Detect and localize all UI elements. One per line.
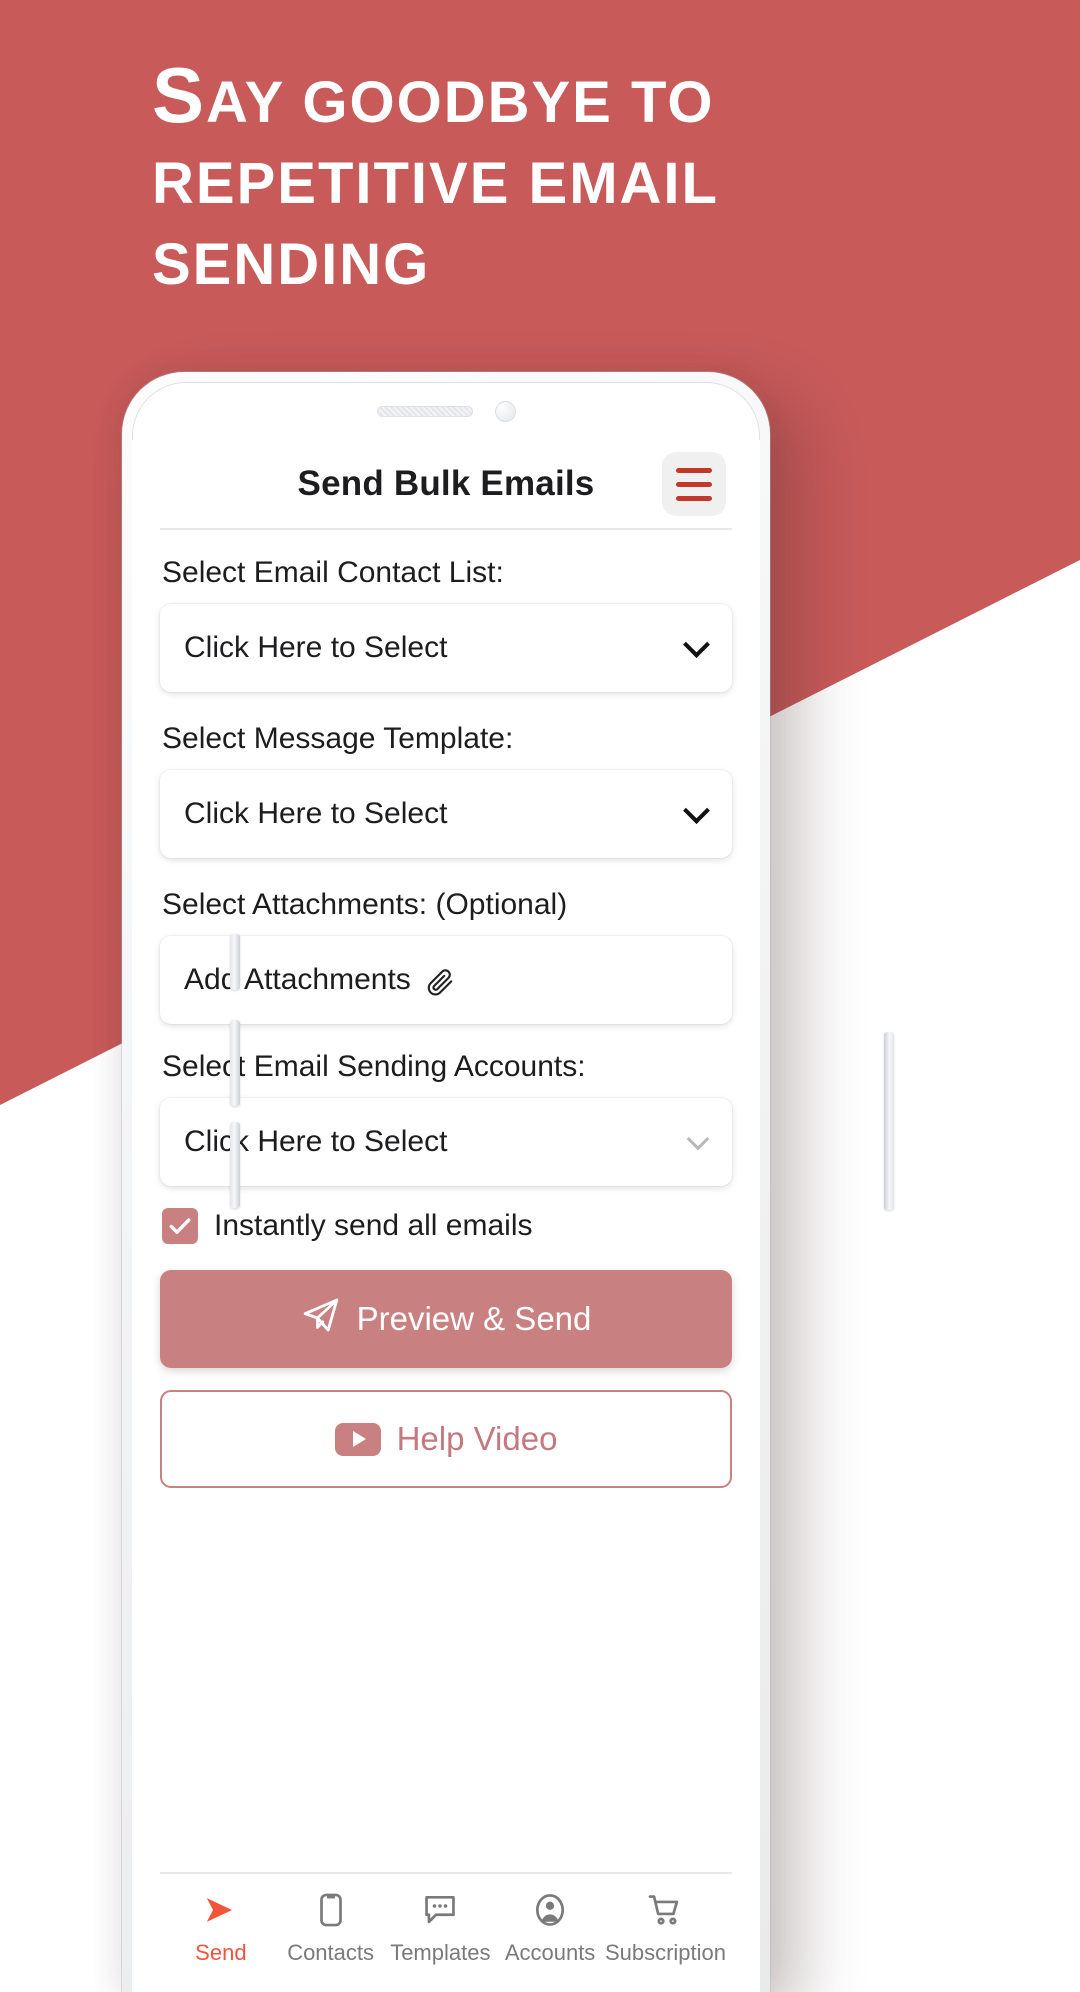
- phone-volume-down-button: [230, 1122, 240, 1208]
- nav-label-subscription: Subscription: [604, 1940, 727, 1965]
- hamburger-icon[interactable]: [662, 452, 726, 516]
- paper-plane-icon: [301, 1295, 341, 1343]
- help-video-button[interactable]: Help Video: [160, 1390, 732, 1488]
- phone-top-bezel: [132, 382, 760, 440]
- help-video-label: Help Video: [396, 1420, 558, 1457]
- shopping-cart-icon: [646, 1890, 684, 1930]
- message-template-label: Select Message Template:: [162, 722, 514, 755]
- hamburger-bar-3: [676, 495, 712, 501]
- front-camera-icon: [494, 400, 516, 422]
- nav-item-contacts[interactable]: Contacts: [276, 1890, 386, 1966]
- nav-label-send: Send: [195, 1940, 247, 1965]
- phone-power-button: [884, 1032, 894, 1210]
- phone-mockup: Send Bulk Emails Select Email Contact Li…: [122, 372, 894, 1992]
- speaker-grille-icon: [376, 405, 473, 417]
- user-circle-icon: [531, 1890, 569, 1930]
- chat-bubble-icon: [421, 1890, 459, 1930]
- contact-list-select[interactable]: Click Here to Select: [160, 604, 732, 692]
- headline-rest: ay goodbye to repetitive email sending: [152, 70, 718, 297]
- promo-headline: Say goodbye to repetitive email sending: [152, 56, 972, 305]
- phone-volume-up-button: [230, 1020, 240, 1106]
- preview-and-send-button[interactable]: Preview & Send: [160, 1270, 732, 1368]
- play-video-icon: [334, 1422, 381, 1456]
- hamburger-bar-1: [676, 467, 712, 473]
- chevron-down-icon: [683, 797, 710, 825]
- phone-screen-area: Send Bulk Emails Select Email Contact Li…: [132, 382, 760, 1992]
- chevron-down-icon: [686, 1127, 710, 1151]
- app-header: Send Bulk Emails: [160, 440, 732, 530]
- attachments-value: Add Attachments: [184, 963, 411, 996]
- add-attachments-button[interactable]: Add Attachments: [160, 936, 732, 1024]
- instant-send-label: Instantly send all emails: [214, 1209, 533, 1242]
- field-group-message-template: Select Message Template: Click Here to S…: [160, 722, 732, 858]
- paperclip-icon: [425, 963, 455, 997]
- contact-card-icon: [312, 1890, 350, 1930]
- contact-list-value: Click Here to Select: [184, 631, 448, 664]
- phone-mute-switch: [230, 934, 240, 990]
- nav-label-accounts: Accounts: [504, 1940, 596, 1965]
- contact-list-label: Select Email Contact List:: [162, 556, 504, 589]
- bulk-email-form: Select Email Contact List: Click Here to…: [160, 530, 732, 1488]
- nav-label-contacts: Contacts: [287, 1940, 375, 1965]
- field-group-contact-list: Select Email Contact List: Click Here to…: [160, 556, 732, 692]
- send-arrow-icon: [202, 1890, 240, 1930]
- checkbox-checked-icon[interactable]: [162, 1208, 198, 1244]
- message-template-value: Click Here to Select: [184, 797, 448, 830]
- instant-send-checkbox-row[interactable]: Instantly send all emails: [162, 1208, 732, 1244]
- nav-item-accounts[interactable]: Accounts: [495, 1890, 605, 1966]
- play-triangle-icon: [352, 1431, 366, 1447]
- bottom-navigation-bar: Send Contacts Templates Accounts Subscri…: [160, 1872, 732, 1992]
- sending-accounts-select[interactable]: Click Here to Select: [160, 1098, 732, 1186]
- attachments-label: Select Attachments: (Optional): [162, 888, 568, 921]
- nav-item-send[interactable]: Send: [166, 1890, 276, 1966]
- app-screen: Send Bulk Emails Select Email Contact Li…: [132, 440, 760, 1992]
- page-title: Send Bulk Emails: [297, 464, 595, 503]
- preview-and-send-label: Preview & Send: [356, 1300, 592, 1337]
- nav-item-templates[interactable]: Templates: [385, 1890, 495, 1966]
- sending-accounts-value: Click Here to Select: [184, 1125, 448, 1158]
- message-template-select[interactable]: Click Here to Select: [160, 770, 732, 858]
- nav-label-templates: Templates: [390, 1940, 491, 1965]
- nav-item-subscription[interactable]: Subscription: [605, 1890, 726, 1966]
- field-group-sending-accounts: Select Email Sending Accounts: Click Her…: [160, 1050, 732, 1186]
- headline-drop-cap: S: [152, 51, 207, 139]
- sending-accounts-label: Select Email Sending Accounts:: [162, 1050, 586, 1083]
- hamburger-bar-2: [676, 481, 712, 487]
- field-group-attachments: Select Attachments: (Optional) Add Attac…: [160, 888, 732, 1024]
- chevron-down-icon: [683, 631, 710, 659]
